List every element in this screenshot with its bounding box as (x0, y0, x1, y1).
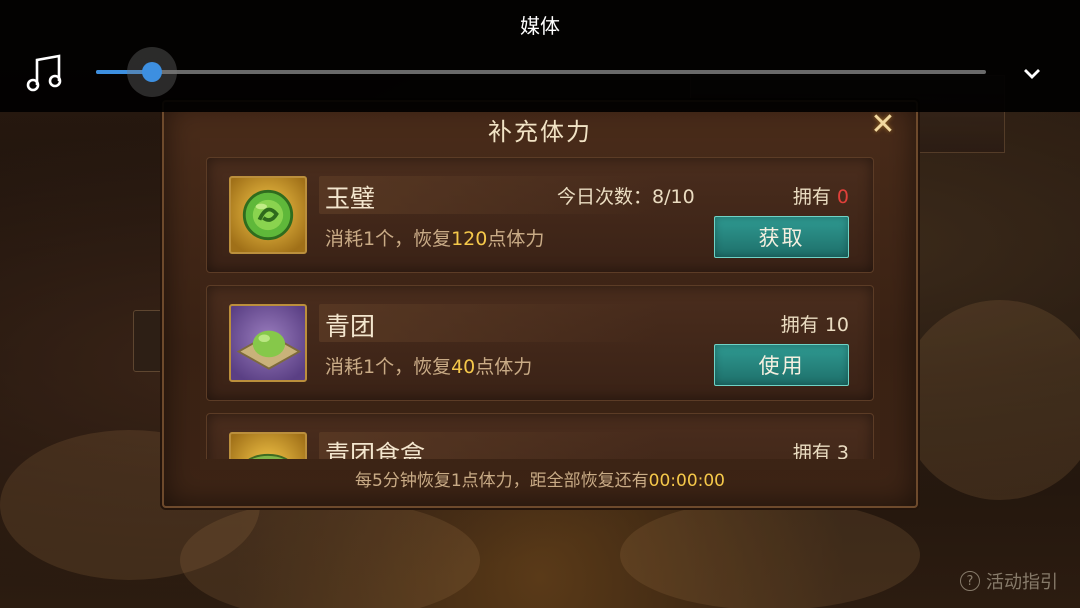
green-rice-ball-icon (229, 304, 307, 382)
stamina-panel: 补充体力 ✕ 玉璧 今日次数：8/10 拥有 0 消耗1个，恢复120点体力 获… (162, 100, 918, 508)
recovery-time: 00:00:00 (648, 471, 725, 491)
background-cloud (900, 300, 1080, 500)
media-progress-slider[interactable] (96, 47, 986, 97)
media-control-bar: 媒体 (0, 0, 1080, 112)
desc-prefix: 消耗1个，恢复 (325, 356, 452, 378)
owned-value: 0 (836, 186, 849, 208)
owned-count: 拥有 3 (793, 438, 849, 459)
panel-title: 补充体力 (488, 118, 592, 146)
desc-prefix: 消耗1个，恢复 (325, 228, 452, 250)
music-note-icon[interactable] (24, 52, 66, 94)
owned-value: 10 (824, 314, 849, 336)
desc-suffix: 点体力 (487, 228, 545, 250)
activity-guide-label: 活动指引 (986, 572, 1058, 593)
item-description: 消耗1个，恢复120点体力 (325, 224, 544, 251)
background-cloud (620, 500, 920, 608)
owned-count: 拥有 0 (793, 182, 849, 209)
desc-suffix: 点体力 (475, 356, 533, 378)
item-description: 消耗1个，恢复40点体力 (325, 352, 532, 379)
item-name: 玉璧 (325, 184, 376, 213)
use-button[interactable]: 使用 (714, 344, 849, 386)
jade-disc-icon (229, 176, 307, 254)
recovery-info: 每5分钟恢复1点体力，距全部恢复还有00:00:00 (164, 466, 916, 491)
owned-value: 3 (836, 442, 849, 459)
media-title: 媒体 (520, 14, 560, 38)
close-icon[interactable]: ✕ (868, 110, 898, 140)
owned-count: 拥有 10 (781, 310, 849, 337)
list-item-green-rice-ball: 青团 拥有 10 消耗1个，恢复40点体力 使用 (206, 285, 874, 401)
item-name: 青团食盒 (325, 440, 426, 459)
help-icon: ? (960, 571, 980, 591)
chevron-down-icon[interactable] (1020, 62, 1044, 86)
daily-count-value: 8/10 (652, 186, 695, 208)
food-box-icon (229, 432, 307, 459)
owned-label: 拥有 (792, 186, 831, 208)
owned-label: 拥有 (780, 314, 819, 336)
daily-count-label: 今日次数： (557, 186, 653, 208)
owned-label: 拥有 (792, 442, 831, 459)
item-name: 青团 (325, 312, 376, 341)
desc-amount: 120 (451, 228, 488, 250)
background-cloud (180, 500, 480, 608)
slider-thumb[interactable] (142, 62, 163, 82)
list-item-food-box: 青团食盒 拥有 3 (206, 413, 874, 459)
list-item-jade-disc: 玉璧 今日次数：8/10 拥有 0 消耗1个，恢复120点体力 获取 (206, 157, 874, 273)
activity-guide-button[interactable]: ? 活动指引 (960, 568, 1058, 594)
daily-count: 今日次数：8/10 (557, 182, 695, 209)
item-list[interactable]: 玉璧 今日次数：8/10 拥有 0 消耗1个，恢复120点体力 获取 青团 拥有… (206, 157, 874, 459)
desc-amount: 40 (451, 356, 476, 378)
recovery-text: 每5分钟恢复1点体力，距全部恢复还有 (355, 471, 649, 491)
obtain-button[interactable]: 获取 (714, 216, 849, 258)
